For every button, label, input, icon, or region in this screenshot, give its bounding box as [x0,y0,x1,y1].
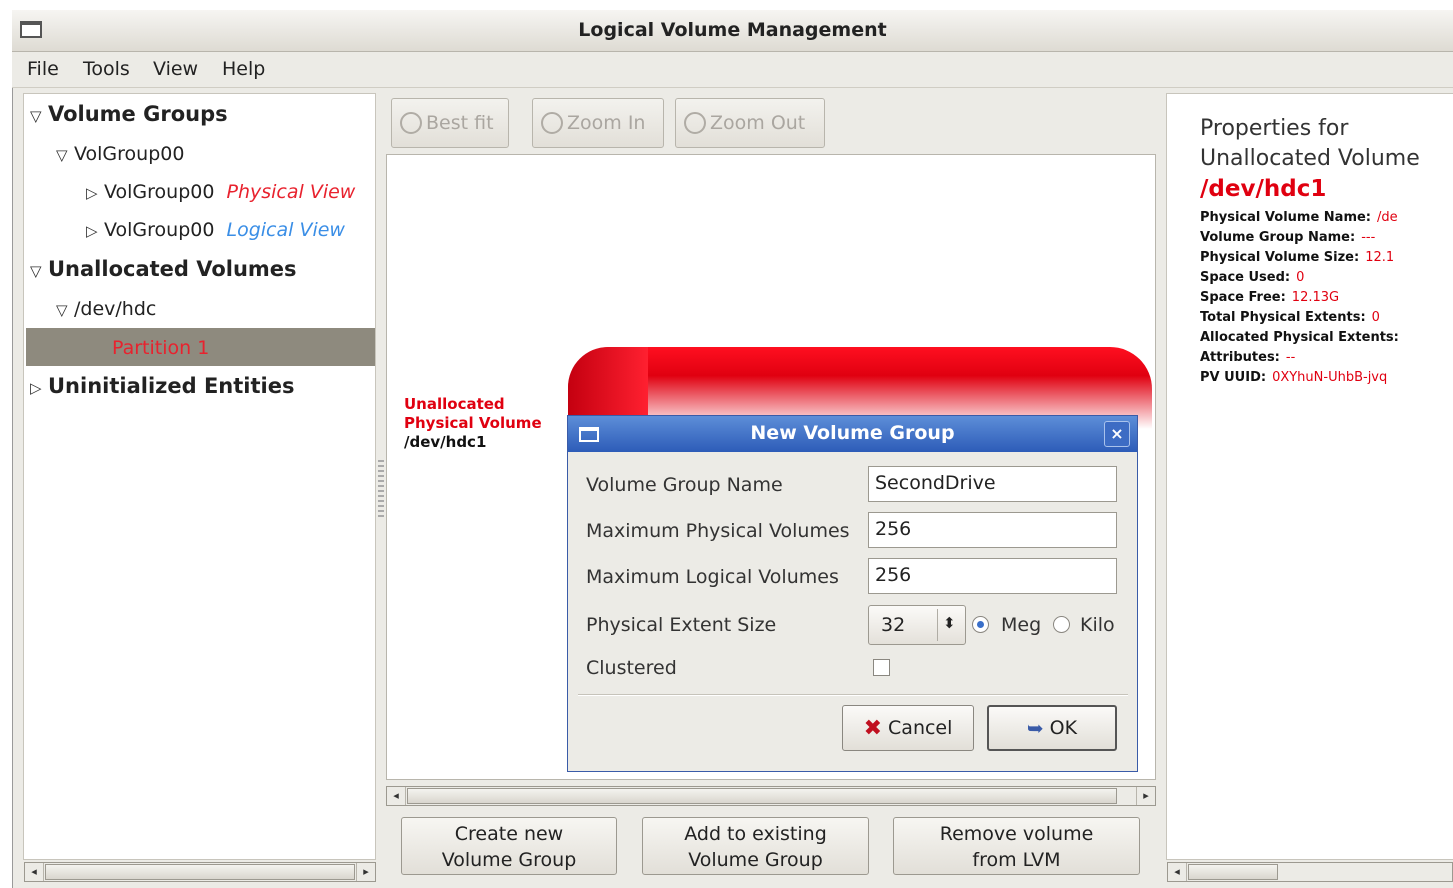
collapsed-triangle-icon[interactable]: ▷ [86,222,104,240]
prop-pv-size: Physical Volume Size: 12.1 [1200,250,1395,265]
volume-tree[interactable]: ▽ Volume Groups ▽ VolGroup00 ▷ VolGroup00 P… [23,93,376,860]
unit-kilo-label[interactable]: Kilo [1080,614,1115,636]
scroll-left-icon[interactable]: ◂ [1168,863,1187,881]
collapsed-triangle-icon[interactable]: ▷ [30,379,48,397]
scroll-right-icon[interactable]: ▸ [1136,787,1155,805]
unit-meg-radio[interactable] [972,616,989,633]
tree-volume-groups[interactable]: ▽ Volume Groups [30,102,228,126]
max-pv-input[interactable]: 256 [868,512,1117,548]
zoom-in-button[interactable]: Zoom In [532,98,664,148]
tree-partition-1[interactable]: Partition 1 [112,337,209,359]
prop-allocated-extents: Allocated Physical Extents: [1200,330,1399,345]
view-horizontal-scrollbar[interactable]: ◂ ▸ [386,786,1156,806]
scrollbar-thumb[interactable] [45,864,355,880]
menu-file[interactable]: File [27,58,59,80]
prop-space-free: Space Free: 12.13G [1200,290,1340,305]
menu-tools[interactable]: Tools [83,58,130,80]
scrollbar-thumb[interactable] [407,788,1117,804]
vg-name-input[interactable]: SecondDrive [868,466,1117,502]
max-lv-label: Maximum Logical Volumes [586,566,839,588]
tree-horizontal-scrollbar[interactable]: ◂ ▸ [24,862,376,882]
logical-view-tag: Logical View [226,219,345,241]
ok-arrow-icon: ➥ [1026,716,1044,740]
tree-volgroup00[interactable]: ▽ VolGroup00 [56,143,184,165]
extent-size-label: Physical Extent Size [586,614,777,636]
scroll-left-icon[interactable]: ◂ [25,863,44,881]
properties-heading: Properties for Unallocated Volume /dev/h… [1200,116,1420,202]
prop-vg-name: Volume Group Name: --- [1200,230,1376,245]
extent-size-combo[interactable]: 32 ⬍ [868,605,966,645]
unit-kilo-radio[interactable] [1053,616,1070,633]
spin-arrows-icon[interactable]: ⬍ [943,614,956,632]
scroll-left-icon[interactable]: ◂ [387,787,406,805]
collapsed-triangle-icon[interactable]: ▷ [86,184,104,202]
window-title: Logical Volume Management [578,19,887,41]
cancel-x-icon: ✖ [863,715,883,741]
menu-view[interactable]: View [153,58,198,80]
ok-button[interactable]: ➥ OK [987,705,1117,751]
prop-attributes: Attributes: -- [1200,350,1296,365]
pane-divider-grip[interactable] [378,460,384,520]
tree-physical-view[interactable]: ▷ VolGroup00 Physical View [86,181,355,203]
vg-name-label: Volume Group Name [586,474,783,496]
tree-dev-hdc[interactable]: ▽/dev/hdc [56,298,156,320]
physical-view-tag: Physical View [226,181,356,203]
clustered-label: Clustered [586,657,677,679]
properties-horizontal-scrollbar[interactable]: ◂ [1167,862,1453,882]
properties-panel: Properties for Unallocated Volume /dev/h… [1166,93,1453,860]
prop-space-used: Space Used: 0 [1200,270,1305,285]
unit-meg-label[interactable]: Meg [1001,614,1041,636]
dialog-title-bar: New Volume Group × [568,416,1137,452]
menu-help[interactable]: Help [222,58,265,80]
menu-bar: File Tools View Help [12,52,1453,88]
expanded-triangle-icon[interactable]: ▽ [30,107,48,125]
zoom-out-button[interactable]: Zoom Out [675,98,825,148]
title-bar: Logical Volume Management [12,10,1453,52]
best-fit-button[interactable]: Best fit [391,98,509,148]
prop-pv-name: Physical Volume Name:/de [1200,210,1398,225]
magnifier-icon [684,112,706,134]
magnifier-icon [400,112,422,134]
scroll-right-icon[interactable]: ▸ [356,863,375,881]
create-volume-group-button[interactable]: Create new Volume Group [401,817,617,875]
add-to-volume-group-button[interactable]: Add to existing Volume Group [642,817,869,875]
properties-device: /dev/hdc1 [1200,176,1327,202]
tree-logical-view[interactable]: ▷ VolGroup00 Logical View [86,219,345,241]
cancel-button[interactable]: ✖ Cancel [842,705,974,751]
expanded-triangle-icon[interactable]: ▽ [56,301,74,319]
prop-total-extents: Total Physical Extents: 0 [1200,310,1380,325]
prop-pv-uuid: PV UUID: 0XYhuN-UhbB-jvq [1200,370,1388,385]
remove-from-lvm-button[interactable]: Remove volume from LVM [893,817,1140,875]
expanded-triangle-icon[interactable]: ▽ [56,146,74,164]
tree-uninitialized-entities[interactable]: ▷ Uninitialized Entities [30,374,294,398]
expanded-triangle-icon[interactable]: ▽ [30,262,48,280]
close-icon[interactable]: × [1104,421,1130,447]
scrollbar-thumb[interactable] [1188,864,1278,880]
view-volume-label: Unallocated Physical Volume /dev/hdc1 [404,395,542,451]
tree-unallocated-volumes[interactable]: ▽ Unallocated Volumes [30,257,297,281]
dialog-separator [578,694,1128,696]
magnifier-icon [541,112,563,134]
max-pv-label: Maximum Physical Volumes [586,520,850,542]
max-lv-input[interactable]: 256 [868,558,1117,594]
dialog-title: New Volume Group [750,422,955,444]
clustered-checkbox[interactable] [873,659,890,676]
